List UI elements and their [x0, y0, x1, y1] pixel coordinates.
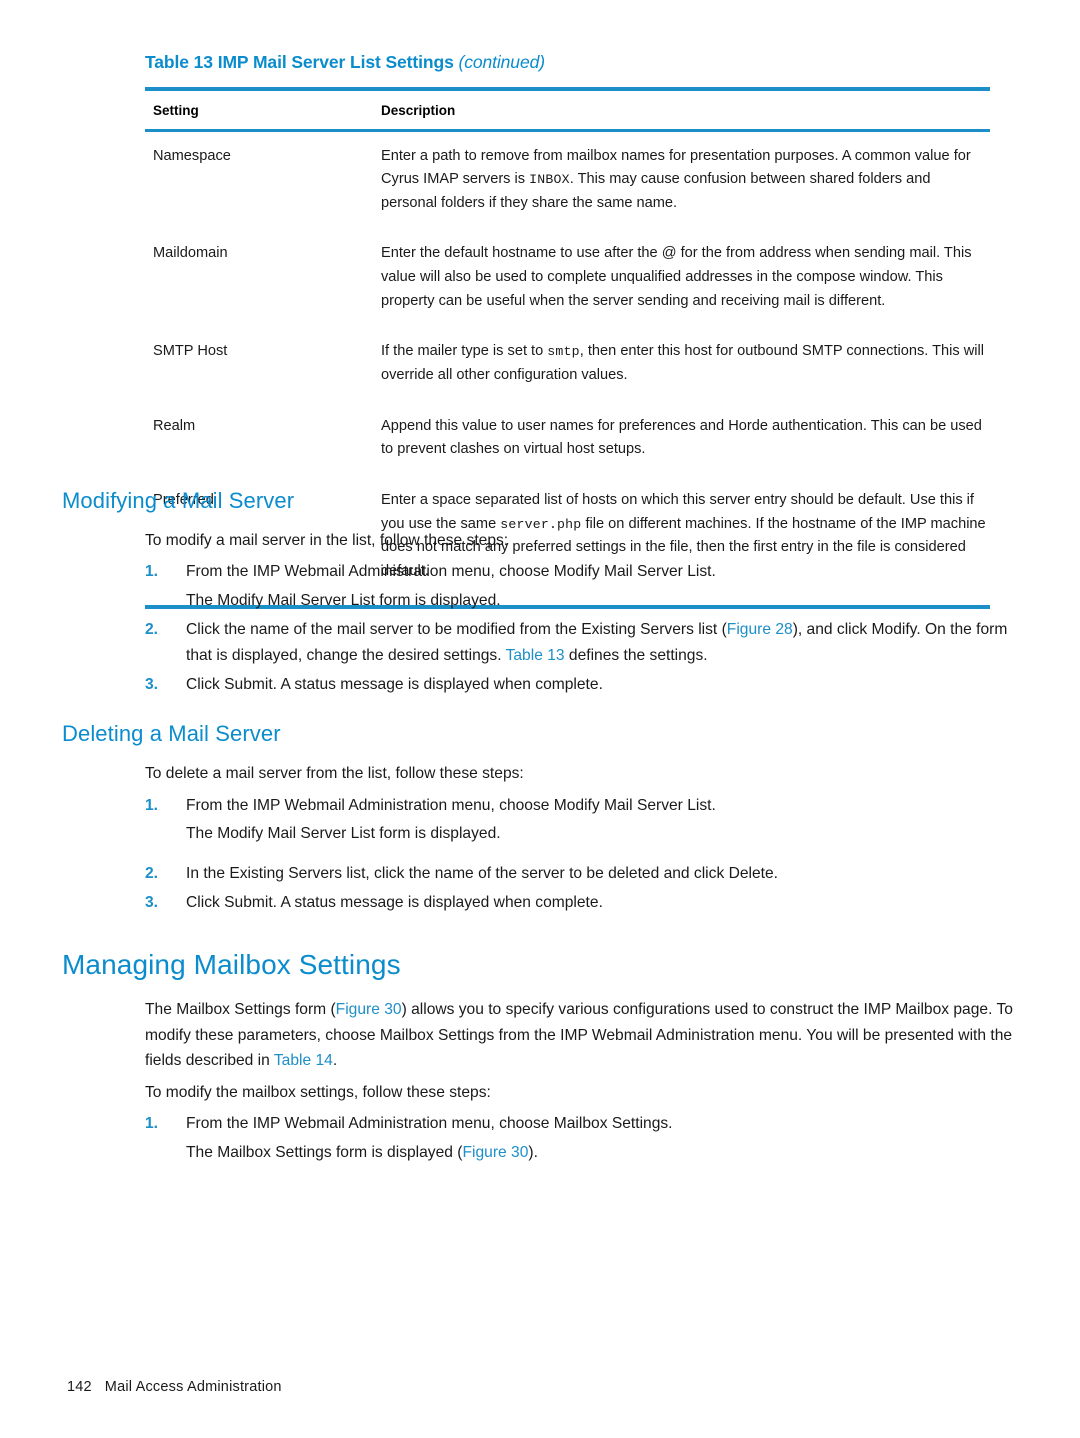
step-number: 1. [145, 563, 159, 581]
step-text: Click Submit. A status message is displa… [186, 676, 603, 694]
section-heading-managing: Managing Mailbox Settings [62, 949, 401, 981]
column-header-setting: Setting [153, 103, 199, 118]
setting-description: Append this value to user names for pref… [373, 402, 990, 476]
list-item: 2. Click the name of the mail server to … [145, 617, 1017, 668]
step-number: 1. [145, 796, 159, 814]
document-page: Table 13 IMP Mail Server List Settings (… [0, 0, 1080, 1438]
step-number: 2. [145, 864, 159, 882]
desc-text-a: If the mailer type is set to [381, 343, 548, 360]
section-heading-modifying: Modifying a Mail Server [62, 488, 295, 513]
list-item: 1. From the IMP Webmail Administration m… [145, 1111, 1017, 1165]
list-item: 2. In the Existing Servers list, click t… [145, 861, 1017, 886]
deleting-body: To delete a mail server from the list, f… [145, 761, 1017, 915]
step-text: Click Submit. A status message is displa… [186, 894, 603, 912]
table-caption-main: Table 13 IMP Mail Server List Settings [145, 52, 454, 72]
table-row: Maildomain Enter the default hostname to… [145, 229, 990, 327]
table-row: SMTP Host If the mailer type is set to s… [145, 327, 990, 401]
modifying-steps: 1. From the IMP Webmail Administration m… [145, 559, 1017, 697]
deleting-steps: 1. From the IMP Webmail Administration m… [145, 793, 1017, 916]
page-footer: 142 Mail Access Administration [67, 1379, 282, 1395]
column-header-description: Description [381, 103, 456, 118]
managing-paragraph: The Mailbox Settings form (Figure 30) al… [145, 997, 1017, 1073]
page-number: 142 [67, 1379, 92, 1395]
step-text: From the IMP Webmail Administration menu… [186, 796, 716, 814]
step-text: From the IMP Webmail Administration menu… [186, 1115, 673, 1133]
xref-figure-28[interactable]: Figure 28 [727, 621, 793, 638]
table-header-row: Setting Description [145, 91, 990, 129]
table-caption-continued: (continued) [458, 52, 545, 72]
step-number: 3. [145, 894, 159, 912]
inline-code: smtp [547, 344, 580, 360]
list-item: 3. Click Submit. A status message is dis… [145, 672, 1017, 697]
table-caption: Table 13 IMP Mail Server List Settings (… [145, 52, 990, 73]
body-content: Modifying a Mail Server To modify a mail… [62, 488, 1017, 1169]
step-text: From the IMP Webmail Administration menu… [186, 563, 716, 581]
modifying-body: To modify a mail server in the list, fol… [145, 528, 1017, 697]
deleting-intro: To delete a mail server from the list, f… [145, 765, 524, 783]
setting-name: Realm [153, 417, 196, 434]
desc-text-a: Enter the default hostname to use after … [381, 245, 972, 309]
managing-para-c: . [332, 1052, 338, 1070]
managing-body: The Mailbox Settings form (Figure 30) al… [145, 997, 1017, 1164]
section-heading-deleting: Deleting a Mail Server [62, 721, 281, 747]
step-number: 2. [145, 621, 159, 639]
modifying-intro: To modify a mail server in the list, fol… [145, 532, 509, 549]
list-item: 1. From the IMP Webmail Administration m… [145, 559, 1017, 613]
step-text: In the Existing Servers list, click the … [186, 864, 778, 882]
setting-name: Maildomain [153, 245, 228, 262]
managing-para-a: The Mailbox Settings form ( [145, 1001, 336, 1019]
step-subtext: The Modify Mail Server List form is disp… [186, 591, 501, 609]
managing-steps: 1. From the IMP Webmail Administration m… [145, 1111, 1017, 1165]
step-subtext-a: The Mailbox Settings form is displayed ( [186, 1143, 463, 1161]
step-text-a: Click the name of the mail server to be … [186, 621, 727, 639]
table-row: Realm Append this value to user names fo… [145, 402, 990, 476]
step-number: 3. [145, 676, 159, 694]
setting-name: SMTP Host [153, 343, 228, 360]
setting-description: Enter the default hostname to use after … [373, 229, 990, 327]
list-item: 1. From the IMP Webmail Administration m… [145, 793, 1017, 847]
desc-text-a: Append this value to user names for pref… [381, 417, 982, 458]
xref-table-13[interactable]: Table 13 [506, 647, 565, 664]
xref-table-14[interactable]: Table 14 [274, 1052, 333, 1069]
xref-figure-30[interactable]: Figure 30 [336, 1001, 402, 1018]
step-subtext: The Modify Mail Server List form is disp… [186, 825, 501, 843]
managing-intro: To modify the mailbox settings, follow t… [145, 1083, 491, 1101]
setting-name: Namespace [153, 147, 231, 164]
book-title: Mail Access Administration [104, 1379, 282, 1395]
xref-figure-30-b[interactable]: Figure 30 [462, 1144, 528, 1161]
settings-table: Setting Description [145, 91, 990, 129]
list-item: 3. Click Submit. A status message is dis… [145, 890, 1017, 915]
setting-description: Enter a path to remove from mailbox name… [373, 132, 990, 230]
step-subtext: The Mailbox Settings form is displayed (… [186, 1140, 1017, 1165]
table-row: Namespace Enter a path to remove from ma… [145, 132, 990, 230]
step-subtext-b: ). [528, 1143, 538, 1161]
setting-description: If the mailer type is set to smtp, then … [373, 327, 990, 401]
step-text-c: defines the settings. [564, 646, 708, 664]
step-number: 1. [145, 1115, 159, 1133]
inline-code: INBOX [529, 172, 570, 188]
